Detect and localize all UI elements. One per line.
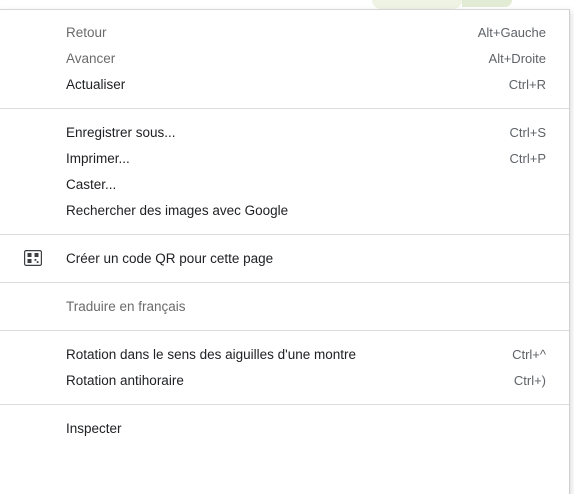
menu-item-back[interactable]: Retour Alt+Gauche	[0, 19, 569, 45]
menu-item-translate[interactable]: Traduire en français	[0, 293, 569, 319]
menu-item-label: Rechercher des images avec Google	[66, 202, 289, 218]
menu-item-print[interactable]: Imprimer... Ctrl+P	[0, 145, 569, 171]
menu-item-label: Imprimer...	[66, 150, 130, 166]
menu-item-shortcut: Ctrl+S	[509, 124, 546, 140]
menu-item-label: Traduire en français	[66, 298, 186, 314]
menu-item-shortcut: Ctrl+R	[508, 76, 546, 92]
menu-item-reload[interactable]: Actualiser Ctrl+R	[0, 71, 569, 97]
menu-item-cast[interactable]: Caster...	[0, 171, 569, 197]
menu-item-forward[interactable]: Avancer Alt+Droite	[0, 45, 569, 71]
menu-item-label: Caster...	[66, 176, 117, 192]
menu-separator	[0, 108, 569, 109]
menu-item-save-as[interactable]: Enregistrer sous... Ctrl+S	[0, 119, 569, 145]
menu-item-label: Inspecter	[66, 420, 122, 436]
menu-item-shortcut: Ctrl+P	[509, 150, 546, 166]
menu-item-inspect[interactable]: Inspecter	[0, 415, 569, 441]
page-background-graphic-2	[462, 0, 512, 7]
context-menu: Retour Alt+Gauche Avancer Alt+Droite Act…	[0, 9, 570, 494]
menu-separator	[0, 404, 569, 405]
menu-item-shortcut: Ctrl+^	[512, 346, 546, 362]
menu-item-shortcut: Alt+Gauche	[477, 24, 546, 40]
menu-item-label: Enregistrer sous...	[66, 124, 176, 140]
menu-separator	[0, 282, 569, 283]
menu-item-label: Créer un code QR pour cette page	[66, 250, 274, 266]
menu-item-shortcut: Alt+Droite	[488, 50, 546, 66]
menu-separator	[0, 234, 569, 235]
menu-separator	[0, 330, 569, 331]
menu-item-label: Retour	[66, 24, 107, 40]
menu-item-rotate-counterclockwise[interactable]: Rotation antihoraire Ctrl+)	[0, 367, 569, 393]
menu-item-rotate-clockwise[interactable]: Rotation dans le sens des aiguilles d'un…	[0, 341, 569, 367]
menu-item-label: Actualiser	[66, 76, 126, 92]
menu-item-label: Rotation dans le sens des aiguilles d'un…	[66, 346, 357, 362]
menu-item-label: Avancer	[66, 50, 116, 66]
menu-item-shortcut: Ctrl+)	[513, 372, 546, 388]
qr-code-icon	[24, 250, 42, 267]
menu-item-create-qr-code[interactable]: Créer un code QR pour cette page	[0, 245, 569, 271]
menu-item-search-images-google[interactable]: Rechercher des images avec Google	[0, 197, 569, 223]
menu-item-label: Rotation antihoraire	[66, 372, 184, 388]
page-background-graphic	[372, 0, 462, 9]
